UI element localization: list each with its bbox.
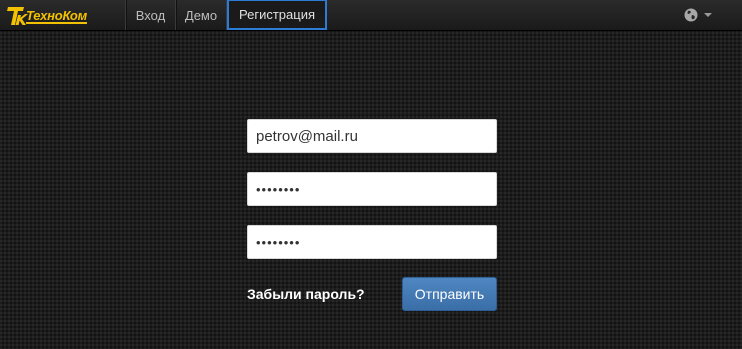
- password-confirm-field[interactable]: [247, 225, 497, 259]
- top-navbar: ТехноКом Вход Демо Регистрация: [0, 0, 742, 31]
- password-field[interactable]: [247, 172, 497, 206]
- language-selector[interactable]: [682, 0, 742, 30]
- nav-item-registration[interactable]: Регистрация: [227, 0, 327, 30]
- globe-icon: [684, 8, 698, 22]
- nav-item-demo[interactable]: Демо: [176, 0, 226, 30]
- brand-logo[interactable]: ТехноКом: [0, 0, 125, 31]
- form-actions: Забыли пароль? Отправить: [247, 277, 497, 311]
- forgot-password-link[interactable]: Забыли пароль?: [247, 286, 365, 302]
- technokom-logo-icon: [7, 7, 28, 25]
- brand-text: ТехноКом: [26, 8, 87, 23]
- submit-button[interactable]: Отправить: [402, 277, 497, 311]
- registration-form: Забыли пароль? Отправить: [247, 119, 497, 311]
- nav-item-login[interactable]: Вход: [126, 0, 175, 30]
- chevron-down-icon: [704, 13, 712, 17]
- email-field[interactable]: [247, 119, 497, 153]
